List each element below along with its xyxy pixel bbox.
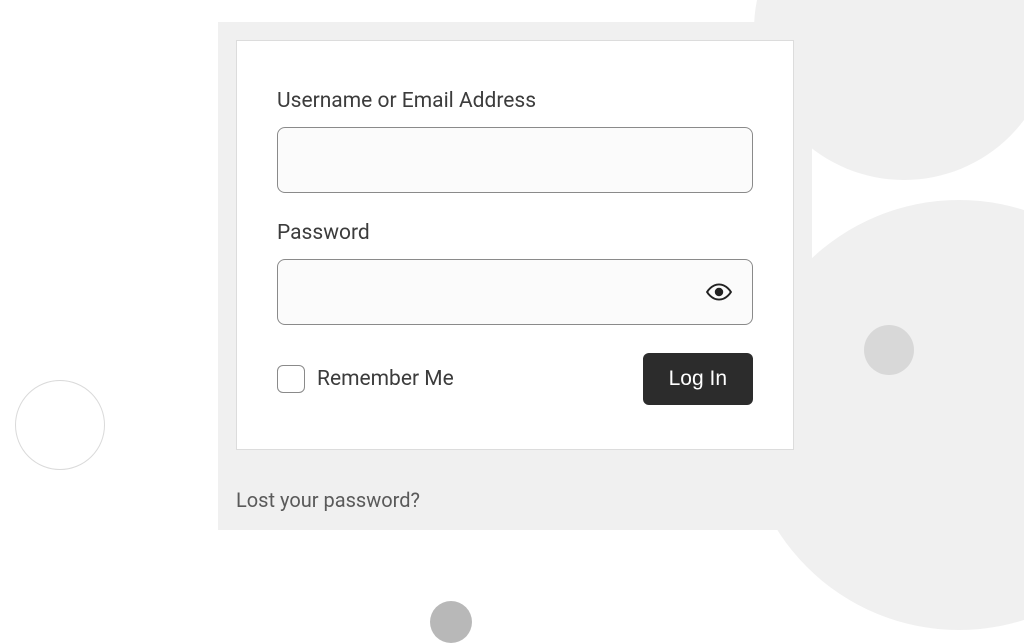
decorative-circle (15, 380, 105, 470)
login-container: Username or Email Address Password Remem… (218, 22, 812, 530)
username-label: Username or Email Address (277, 89, 753, 113)
password-wrapper (277, 259, 753, 325)
eye-icon (706, 279, 732, 305)
form-footer-row: Remember Me Log In (277, 353, 753, 405)
remember-me-label: Remember Me (317, 367, 454, 391)
login-button[interactable]: Log In (643, 353, 753, 405)
username-input[interactable] (277, 127, 753, 193)
lost-password-link[interactable]: Lost your password? (236, 488, 794, 512)
remember-me-wrap: Remember Me (277, 365, 454, 393)
remember-me-checkbox[interactable] (277, 365, 305, 393)
decorative-circle (430, 601, 472, 643)
password-input[interactable] (277, 259, 753, 325)
toggle-password-visibility[interactable] (705, 278, 733, 306)
password-label: Password (277, 221, 753, 245)
decorative-circle (864, 325, 914, 375)
login-card: Username or Email Address Password Remem… (236, 40, 794, 450)
